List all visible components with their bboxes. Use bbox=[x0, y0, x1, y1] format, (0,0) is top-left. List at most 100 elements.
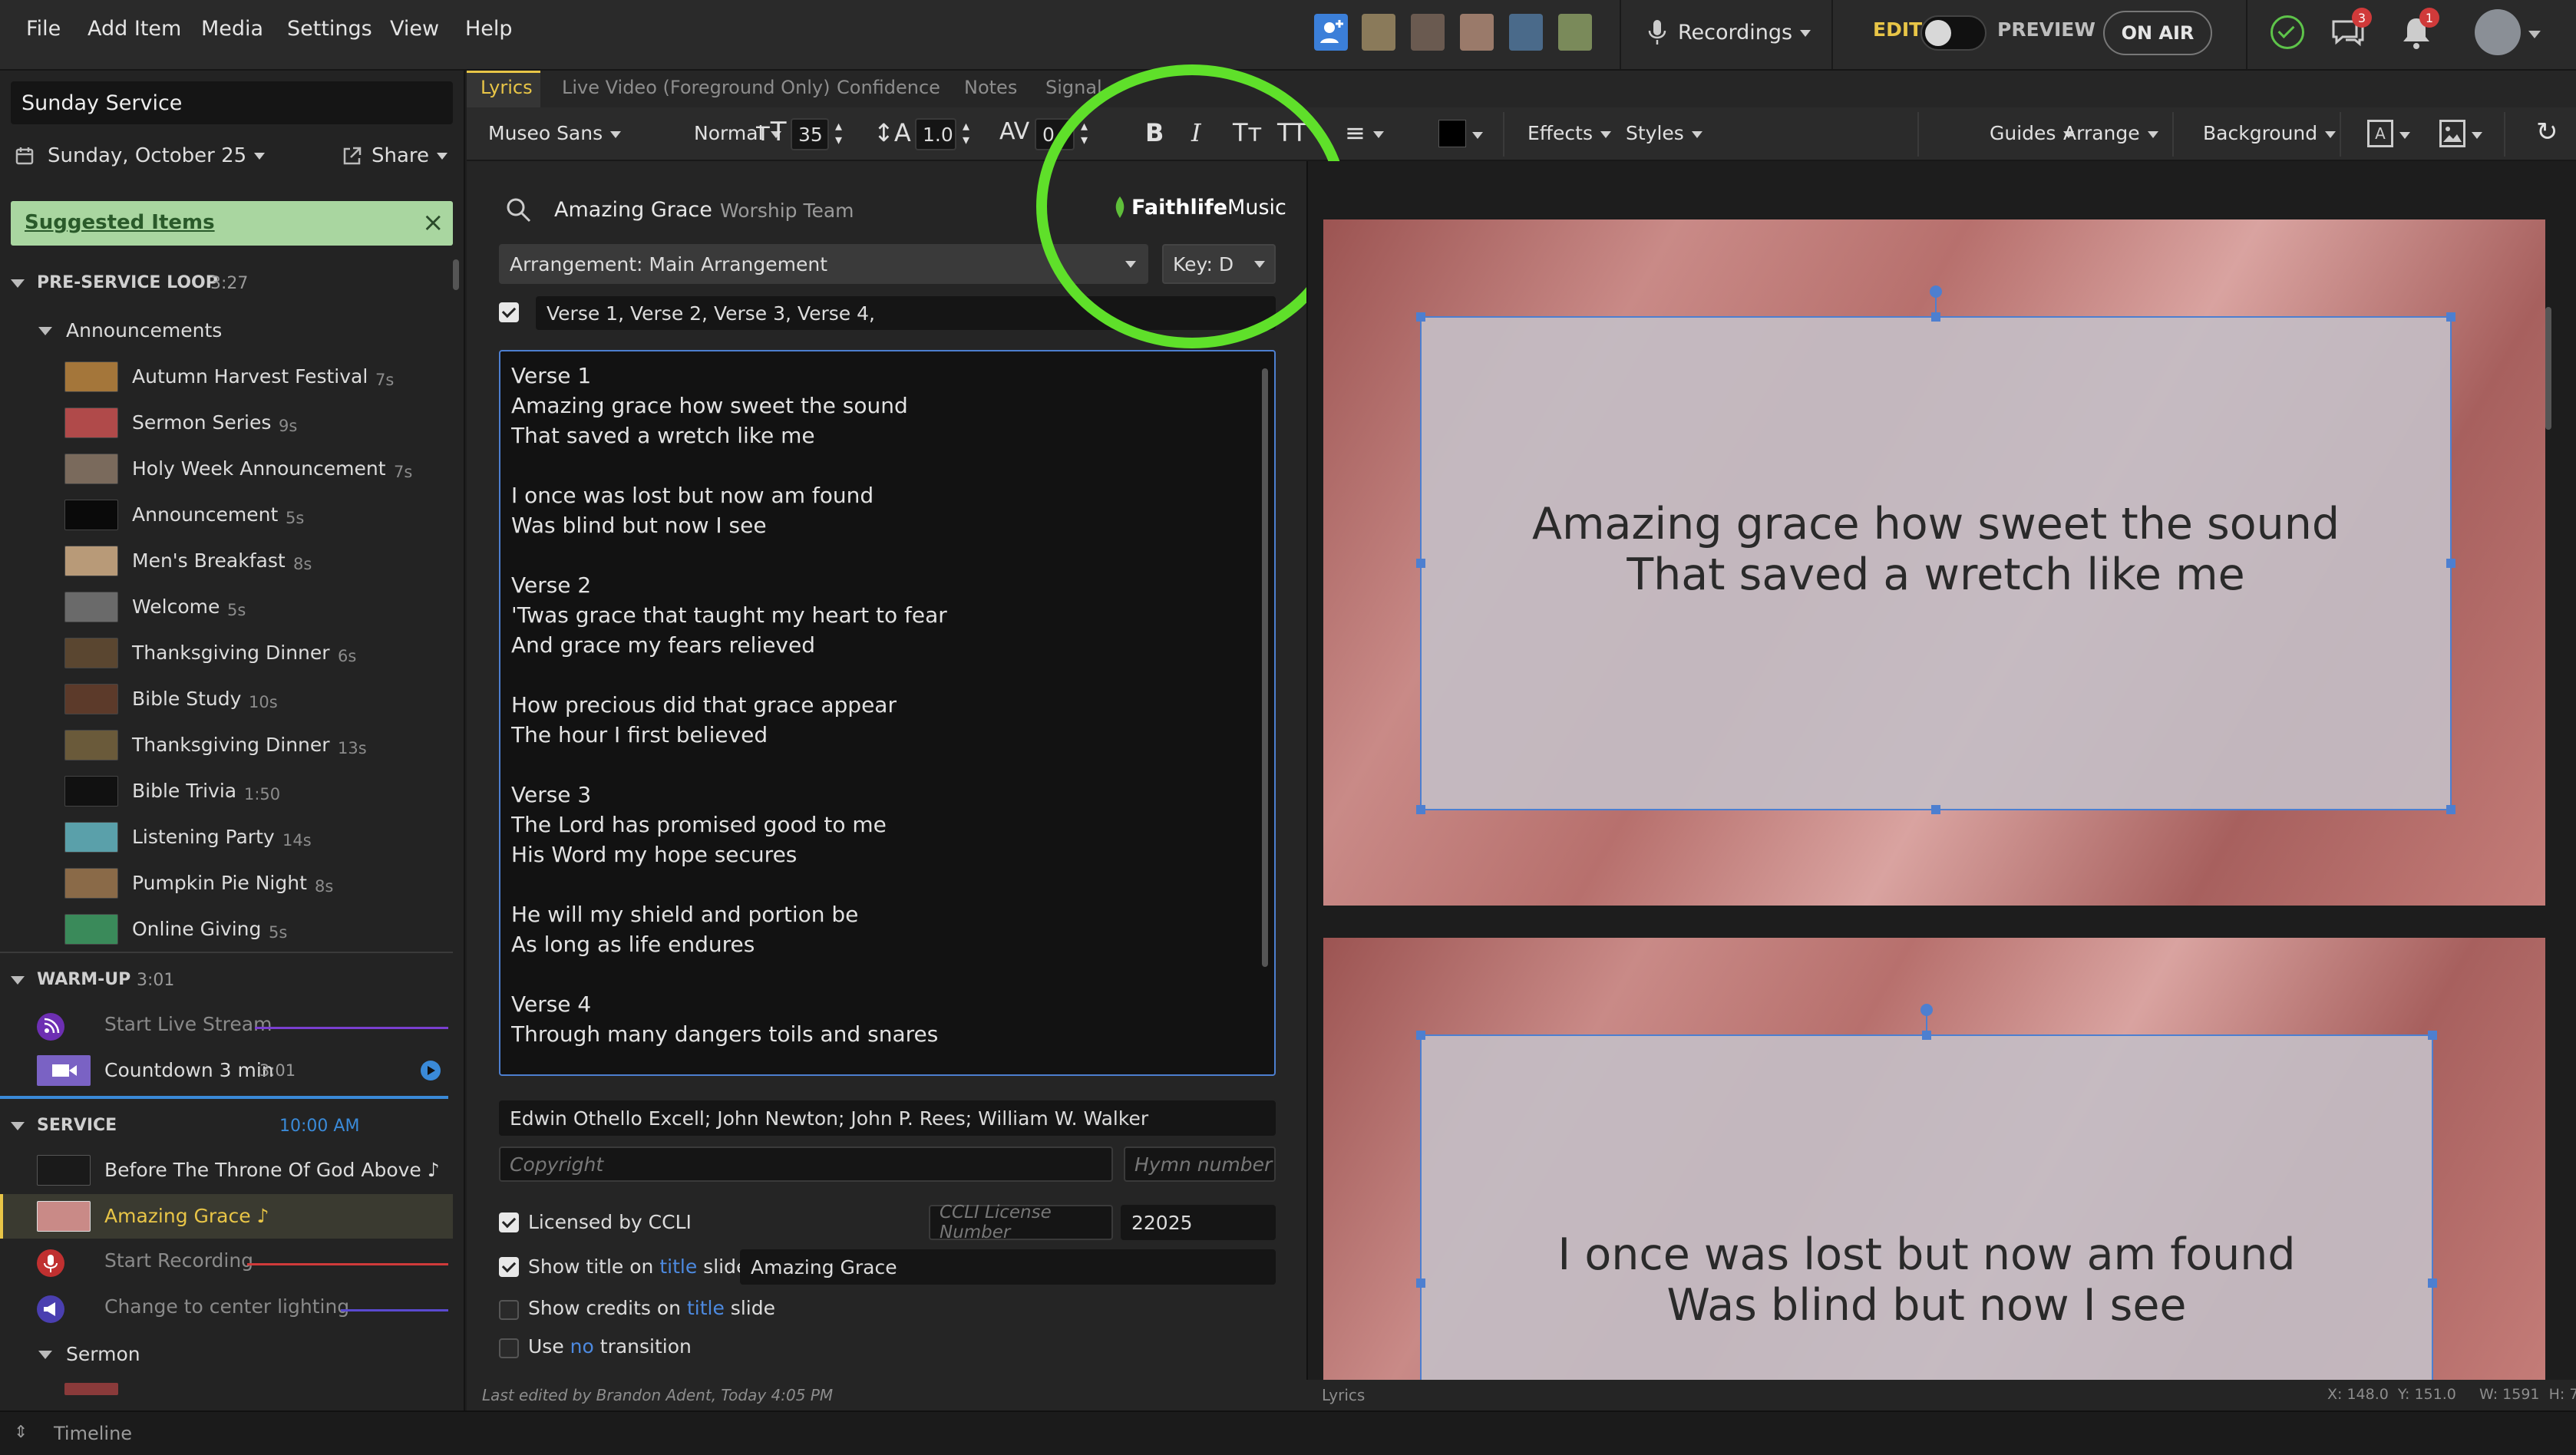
background-dropdown[interactable]: Background bbox=[2203, 122, 2336, 144]
lighting-cue[interactable]: Change to center lighting bbox=[0, 1286, 453, 1331]
add-user-icon[interactable] bbox=[1314, 14, 1348, 51]
share-button[interactable]: Share bbox=[342, 144, 447, 167]
resize-handle[interactable] bbox=[2446, 312, 2455, 322]
announcement-item[interactable]: Online Giving 5s bbox=[0, 907, 453, 952]
group-announcements[interactable]: Announcements bbox=[0, 308, 453, 353]
group-sermon[interactable]: Sermon bbox=[0, 1332, 453, 1377]
styles-dropdown[interactable]: Styles bbox=[1626, 122, 1702, 144]
menu-media[interactable]: Media bbox=[201, 17, 263, 41]
copyright-field[interactable]: Copyright bbox=[499, 1147, 1113, 1182]
scrollbar[interactable] bbox=[1262, 368, 1268, 967]
announcement-item[interactable]: Announcement 5s bbox=[0, 493, 453, 537]
announcement-item[interactable]: Listening Party 14s bbox=[0, 815, 453, 859]
ccli-number-field[interactable]: 22025 bbox=[1121, 1205, 1276, 1240]
start-recording-cue[interactable]: Start Recording bbox=[0, 1240, 453, 1285]
stepper-icon[interactable]: ▴ ▾ bbox=[835, 120, 842, 147]
on-air-button[interactable]: ON AIR bbox=[2103, 11, 2212, 55]
avatar[interactable] bbox=[1411, 14, 1445, 51]
text-color-swatch[interactable] bbox=[1438, 120, 1466, 147]
status-ok-icon[interactable] bbox=[2271, 15, 2304, 49]
guides-dropdown[interactable]: Guides bbox=[1990, 122, 2074, 144]
announcement-item[interactable]: Bible Study 10s bbox=[0, 677, 453, 721]
line-height-input[interactable]: 1.0 bbox=[915, 118, 956, 150]
song-title[interactable]: Amazing Grace bbox=[554, 198, 712, 222]
rotate-handle[interactable] bbox=[1920, 1004, 1933, 1016]
announcement-item[interactable]: Thanksgiving Dinner 6s bbox=[0, 631, 453, 675]
timeline-bar[interactable]: ⇕ Timeline bbox=[0, 1410, 2576, 1455]
resize-handle[interactable] bbox=[1416, 805, 1425, 814]
announcement-item[interactable]: Holy Week Announcement 7s bbox=[0, 447, 453, 491]
tab-lyrics[interactable]: Lyrics bbox=[481, 77, 533, 98]
title-link[interactable]: title bbox=[687, 1297, 725, 1319]
section-pre-service-loop[interactable]: PRE-SERVICE LOOP 3:27 bbox=[0, 264, 453, 304]
section-warm-up[interactable]: WARM-UP 3:01 bbox=[0, 961, 453, 1001]
refresh-icon[interactable]: ↻ bbox=[2536, 117, 2558, 147]
scrollbar[interactable] bbox=[2545, 307, 2551, 430]
lyrics-text-box[interactable]: I once was lost but now am found Was bli… bbox=[1416, 1004, 2437, 1380]
resize-handle[interactable] bbox=[2428, 1278, 2437, 1288]
announcement-item[interactable]: Thanksgiving Dinner 13s bbox=[0, 723, 453, 767]
tab-notes[interactable]: Notes bbox=[964, 77, 1017, 98]
hymn-number-field[interactable]: Hymn number bbox=[1124, 1147, 1276, 1182]
resize-handle[interactable] bbox=[2446, 805, 2455, 814]
recordings-dropdown[interactable]: Recordings bbox=[1647, 17, 1811, 48]
scrollbar[interactable] bbox=[453, 259, 459, 290]
chevron-down-icon[interactable] bbox=[2399, 132, 2410, 139]
search-icon[interactable] bbox=[505, 196, 533, 224]
effects-dropdown[interactable]: Effects bbox=[1527, 122, 1611, 144]
resize-handle[interactable] bbox=[1931, 805, 1940, 814]
authors-field[interactable]: Edwin Othello Excell; John Newton; John … bbox=[499, 1100, 1276, 1136]
arrange-dropdown[interactable]: Arrange bbox=[2063, 122, 2158, 144]
ccli-license-field[interactable]: CCLI License Number bbox=[929, 1203, 1113, 1242]
chat-icon[interactable]: 3 bbox=[2330, 8, 2372, 52]
ccli-checkbox[interactable] bbox=[499, 1212, 519, 1232]
resize-handle[interactable] bbox=[2446, 559, 2455, 568]
resize-handle[interactable] bbox=[2428, 1031, 2437, 1040]
tab-live-video[interactable]: Live Video (Foreground Only) bbox=[562, 77, 831, 98]
transition-link[interactable]: no bbox=[570, 1335, 594, 1358]
suggested-items-label[interactable]: Suggested Items bbox=[25, 211, 215, 234]
announcement-item[interactable]: Men's Breakfast 8s bbox=[0, 539, 453, 583]
resize-handle[interactable] bbox=[1416, 559, 1425, 568]
transition-checkbox[interactable] bbox=[499, 1338, 519, 1358]
menu-file[interactable]: File bbox=[26, 17, 61, 41]
plan-title[interactable]: Sunday Service bbox=[11, 81, 453, 124]
announcement-item[interactable]: Bible Trivia 1:50 bbox=[0, 769, 453, 813]
avatar[interactable] bbox=[1558, 14, 1592, 51]
edit-preview-toggle[interactable] bbox=[1920, 15, 1986, 51]
song-item-selected[interactable]: Amazing Grace ♪ bbox=[0, 1194, 453, 1239]
show-credits-checkbox[interactable] bbox=[499, 1300, 519, 1320]
resize-handle[interactable] bbox=[1931, 312, 1940, 322]
align-icon[interactable]: ≡ bbox=[1345, 118, 1384, 147]
text-box-icon[interactable]: A bbox=[2367, 120, 2393, 147]
title-field[interactable]: Amazing Grace bbox=[740, 1249, 1276, 1285]
announcement-item[interactable]: Welcome 5s bbox=[0, 585, 453, 629]
resize-handle[interactable] bbox=[1922, 1031, 1931, 1040]
resize-handle[interactable] bbox=[1416, 1031, 1425, 1040]
menu-help[interactable]: Help bbox=[465, 17, 513, 41]
menu-add-item[interactable]: Add Item bbox=[88, 17, 181, 41]
image-icon[interactable] bbox=[2439, 120, 2465, 147]
announcement-item[interactable]: Sermon Series 9s bbox=[0, 401, 453, 445]
slide-1[interactable]: Amazing grace how sweet the sound That s… bbox=[1323, 219, 2545, 906]
menu-settings[interactable]: Settings bbox=[287, 17, 372, 41]
resize-handle[interactable] bbox=[1416, 312, 1425, 322]
lyrics-text-box[interactable]: Amazing grace how sweet the sound That s… bbox=[1416, 285, 2455, 814]
start-live-stream-cue[interactable]: Start Live Stream bbox=[0, 1002, 453, 1047]
chevron-down-icon[interactable] bbox=[2472, 132, 2482, 139]
announcement-item[interactable]: Autumn Harvest Festival 7s bbox=[0, 355, 453, 399]
avatar[interactable] bbox=[1460, 14, 1494, 51]
song-item[interactable]: Before The Throne Of God Above ♪ bbox=[0, 1148, 453, 1193]
font-family-select[interactable]: Museo Sans bbox=[488, 122, 621, 144]
sequence-checkbox[interactable] bbox=[499, 302, 519, 322]
tab-confidence[interactable]: Confidence bbox=[837, 77, 940, 98]
font-size-input[interactable]: 35 bbox=[791, 118, 829, 150]
lyrics-text[interactable]: Verse 1 Amazing grace how sweet the soun… bbox=[511, 361, 1248, 1067]
section-service[interactable]: SERVICE 10:00 AM bbox=[0, 1107, 453, 1147]
tab-signal[interactable]: Signal bbox=[1045, 77, 1102, 98]
chevron-down-icon[interactable] bbox=[2528, 31, 2541, 38]
title-link[interactable]: title bbox=[659, 1255, 697, 1278]
avatar[interactable] bbox=[1362, 14, 1395, 51]
play-icon[interactable] bbox=[421, 1061, 441, 1081]
avatar[interactable] bbox=[1509, 14, 1543, 51]
